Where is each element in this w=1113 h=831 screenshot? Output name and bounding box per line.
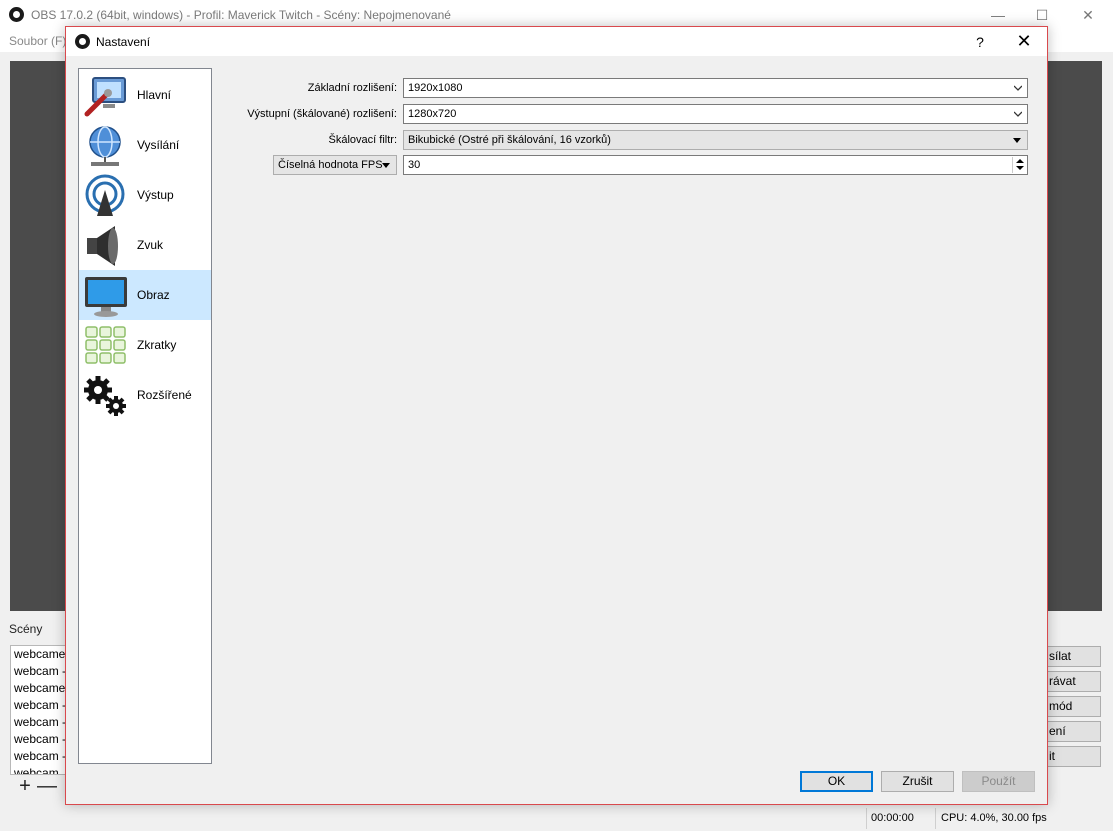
main-window-title: OBS 17.0.2 (64bit, windows) - Profil: Ma…: [31, 8, 451, 22]
status-separator: [866, 808, 867, 829]
scene-item[interactable]: webcame: [11, 680, 69, 697]
studio-mode-button[interactable]: mód: [1040, 696, 1101, 717]
ok-button[interactable]: OK: [800, 771, 873, 792]
add-scene-button[interactable]: +: [14, 776, 36, 796]
base-resolution-value: 1920x1080: [408, 82, 463, 94]
dialog-title: Nastavení: [96, 35, 151, 49]
settings-button[interactable]: ení: [1040, 721, 1101, 742]
chevron-down-icon: [1014, 111, 1022, 117]
obs-logo-icon: [9, 7, 24, 22]
fps-spinbox[interactable]: 30: [403, 155, 1028, 175]
minimize-button[interactable]: —: [988, 5, 1008, 25]
scale-filter-value: Bikubické (Ostré při škálování, 16 vzork…: [408, 134, 611, 146]
base-resolution-label: Základní rozlišení:: [307, 82, 397, 94]
close-button[interactable]: ✕: [1078, 5, 1098, 25]
sidebar-item-stream[interactable]: Vysílání: [79, 120, 211, 170]
remove-scene-button[interactable]: —: [36, 776, 58, 796]
sidebar-item-advanced[interactable]: Rozšířené: [79, 370, 211, 420]
sidebar-item-label: Zvuk: [137, 238, 164, 252]
sidebar-item-label: Vysílání: [137, 138, 180, 152]
obs-logo-icon: [75, 34, 90, 49]
scenes-label: Scény: [9, 622, 43, 636]
sidebar-item-output[interactable]: Výstup: [79, 170, 211, 220]
scenes-list[interactable]: webcame webcam - webcame webcam - webcam…: [10, 645, 70, 775]
sidebar-item-label: Zkratky: [137, 338, 177, 352]
status-cpu: CPU: 4.0%, 30.00 fps: [941, 812, 1047, 824]
sidebar-item-audio[interactable]: Zvuk: [79, 220, 211, 270]
output-resolution-combo[interactable]: 1280x720: [403, 104, 1028, 124]
fps-spinner[interactable]: [1012, 157, 1026, 173]
scene-item[interactable]: webcam -: [11, 714, 69, 731]
cancel-button[interactable]: Zrušit: [881, 771, 954, 792]
keyboard-keys-icon: [85, 326, 126, 364]
sidebar-item-label: Obraz: [137, 288, 170, 302]
fps-value: 30: [408, 159, 421, 171]
apply-button[interactable]: Použít: [962, 771, 1035, 792]
fps-type-combo[interactable]: Číselná hodnota FPS: [273, 155, 397, 175]
output-resolution-label: Výstupní (škálované) rozlišení:: [247, 108, 397, 120]
menu-file[interactable]: Soubor (F): [9, 34, 66, 48]
scene-item[interactable]: webcam -: [11, 748, 69, 765]
help-button[interactable]: ?: [970, 32, 990, 52]
scene-item[interactable]: webcam -: [11, 663, 69, 680]
scene-item[interactable]: webcam -: [11, 697, 69, 714]
maximize-button[interactable]: ☐: [1032, 5, 1052, 25]
sidebar-item-label: Výstup: [137, 188, 174, 202]
status-time: 00:00:00: [871, 812, 914, 824]
base-resolution-combo[interactable]: 1920x1080: [403, 78, 1028, 98]
scene-item[interactable]: webcame: [11, 646, 69, 663]
status-bar: 00:00:00 CPU: 4.0%, 30.00 fps: [0, 806, 1113, 831]
start-streaming-button[interactable]: sílat: [1040, 646, 1101, 667]
settings-sidebar: Hlavní Vysílání Výstup Zvuk Obraz Zkratk…: [78, 68, 212, 764]
monitor-wrench-icon: [84, 77, 126, 117]
sidebar-item-hotkeys[interactable]: Zkratky: [79, 320, 211, 370]
settings-dialog: Nastavení ? ✕ Hlavní Vysílání Výstup Zvu…: [65, 26, 1048, 805]
monitor-icon: [85, 277, 127, 317]
output-resolution-value: 1280x720: [408, 108, 457, 120]
status-separator: [935, 808, 936, 829]
sidebar-item-video[interactable]: Obraz: [79, 270, 211, 320]
start-recording-button[interactable]: rávat: [1040, 671, 1101, 692]
fps-type-value: Číselná hodnota FPS: [278, 159, 383, 171]
chevron-down-icon: [1014, 85, 1022, 91]
scale-filter-combo[interactable]: Bikubické (Ostré při škálování, 16 vzork…: [403, 130, 1028, 150]
scale-filter-label: Škálovací filtr:: [328, 134, 397, 146]
sidebar-item-general[interactable]: Hlavní: [79, 70, 211, 120]
sidebar-item-label: Rozšířené: [137, 388, 192, 402]
globe-network-icon: [89, 126, 121, 166]
scene-item[interactable]: webcam: [11, 765, 69, 774]
gears-icon: [84, 376, 126, 416]
broadcast-antenna-icon: [85, 174, 125, 216]
dropdown-arrow-icon: [1013, 138, 1021, 143]
exit-button[interactable]: it: [1040, 746, 1101, 767]
dropdown-arrow-icon: [382, 163, 390, 168]
sidebar-item-label: Hlavní: [137, 88, 172, 102]
speaker-icon: [87, 226, 118, 266]
spin-up-icon[interactable]: [1016, 159, 1024, 163]
spin-down-icon[interactable]: [1016, 166, 1024, 170]
scene-item[interactable]: webcam -: [11, 731, 69, 748]
dialog-title-bar: Nastavení ? ✕: [66, 27, 1047, 56]
dialog-close-button[interactable]: ✕: [1013, 30, 1035, 52]
